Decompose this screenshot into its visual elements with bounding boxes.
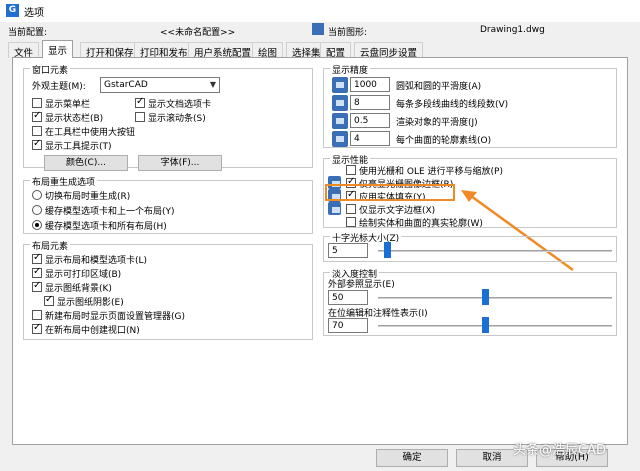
text-frame-icon	[328, 202, 341, 215]
large-buttons-checkbox[interactable]	[32, 126, 42, 136]
group-title: 布局元素	[30, 239, 71, 252]
text-frame-label: 仅显示文字边框(X)	[359, 206, 436, 216]
show-menubar-label: 显示菜单栏	[45, 100, 91, 110]
window-elements-group: 窗口元素 外观主题(M): GstarCAD ▼ 显示菜单栏 显示文档选项卡 显…	[23, 63, 313, 171]
display-tab-panel: 窗口元素 外观主题(M): GstarCAD ▼ 显示菜单栏 显示文档选项卡 显…	[12, 57, 628, 445]
show-tooltips-label: 显示工具提示(T)	[45, 142, 112, 152]
polyline-segments-label: 每条多段线曲线的线段数(V)	[396, 100, 509, 110]
crosshair-slider-thumb[interactable]	[384, 242, 391, 258]
show-layout-tabs-label: 显示布局和模型选项卡(L)	[45, 256, 148, 266]
tab-cloud-sync[interactable]: 云盘同步设置	[354, 42, 424, 59]
fade-control-group: 淡入度控制 外部参照显示(E) 50 在位编辑和注释性表示(I) 70	[323, 267, 617, 336]
regen-on-switch-radio[interactable]	[32, 190, 42, 200]
tab-profiles[interactable]: 配置	[320, 42, 352, 59]
raster-ole-checkbox[interactable]	[346, 165, 356, 175]
render-smoothness-input[interactable]: 0.5	[350, 113, 390, 128]
cache-last-layout-label: 缓存模型选项卡和上一个布局(Y)	[45, 207, 175, 217]
cache-last-layout-radio[interactable]	[32, 205, 42, 215]
render-smoothness-icon	[332, 113, 348, 129]
chevron-down-icon: ▼	[209, 80, 216, 89]
show-paper-background-label: 显示图纸背景(K)	[45, 284, 112, 294]
cache-all-layouts-label: 缓存模型选项卡和所有布局(H)	[45, 222, 167, 232]
arc-smoothness-input[interactable]: 1000	[350, 77, 390, 92]
theme-value: GstarCAD	[104, 80, 148, 90]
raster-ole-label: 使用光栅和 OLE 进行平移与缩放(P)	[359, 167, 503, 177]
xref-fade-label: 外部参照显示(E)	[328, 280, 395, 290]
true-silhouettes-checkbox[interactable]	[346, 217, 356, 227]
watermark: 头条@浩辰CAD	[513, 443, 606, 458]
title-bar: G 选项	[0, 0, 640, 22]
ok-button[interactable]: 确定	[376, 449, 448, 467]
show-paper-shadow-checkbox[interactable]	[44, 294, 54, 306]
show-doc-tabs-label: 显示文档选项卡	[148, 100, 212, 110]
theme-label: 外观主题(M):	[32, 82, 86, 92]
show-paper-shadow-label: 显示图纸阴影(E)	[57, 298, 124, 308]
theme-select[interactable]: GstarCAD ▼	[100, 77, 220, 93]
highlight-box	[325, 184, 455, 201]
regen-on-switch-label: 切换布局时重生成(R)	[45, 192, 131, 202]
render-smoothness-label: 渲染对象的平滑度(J)	[396, 118, 478, 128]
tab-files[interactable]: 文件	[8, 42, 40, 59]
tab-user-preferences[interactable]: 用户系统配置	[188, 42, 258, 59]
show-doc-tabs-checkbox[interactable]	[135, 96, 145, 108]
create-viewport-checkbox[interactable]	[32, 322, 42, 334]
inplace-fade-slider-thumb[interactable]	[482, 317, 489, 333]
polyline-segments-icon	[332, 95, 348, 111]
colors-button[interactable]: 颜色(C)...	[44, 155, 128, 171]
current-profile-value: <<未命名配置>>	[160, 28, 236, 38]
show-paper-background-checkbox[interactable]	[32, 280, 42, 292]
layout-elements-group: 布局元素 显示布局和模型选项卡(L) 显示可打印区域(B) 显示图纸背景(K) …	[23, 239, 313, 340]
tab-plot-publish[interactable]: 打印和发布	[134, 42, 194, 59]
current-drawing-label: 当前图形:	[328, 28, 368, 38]
contour-lines-input[interactable]: 4	[350, 131, 390, 146]
tab-strip: 文件 显示 打开和保存 打印和发布 用户系统配置 绘图 选择集 配置 云盘同步设…	[8, 40, 632, 59]
current-drawing-value: Drawing1.dwg	[480, 25, 545, 35]
show-statusbar-checkbox[interactable]	[32, 110, 42, 122]
app-icon: G	[6, 4, 19, 17]
show-scrollbars-label: 显示滚动条(S)	[148, 114, 206, 124]
show-page-setup-checkbox[interactable]	[32, 310, 42, 320]
show-layout-tabs-checkbox[interactable]	[32, 252, 42, 264]
show-printable-area-checkbox[interactable]	[32, 266, 42, 278]
cache-all-layouts-radio[interactable]	[32, 220, 42, 230]
tab-drafting[interactable]: 绘图	[252, 42, 284, 59]
display-resolution-group: 显示精度 1000 圆弧和圆的平滑度(A) 8 每条多段线曲线的线段数(V) 0…	[323, 63, 617, 148]
tab-open-save[interactable]: 打开和保存	[80, 42, 140, 59]
show-page-setup-label: 新建布局时显示页面设置管理器(G)	[45, 312, 185, 322]
show-scrollbars-checkbox[interactable]	[135, 112, 145, 122]
group-title: 布局重生成选项	[30, 175, 98, 188]
current-profile-label: 当前配置:	[8, 28, 48, 38]
contour-lines-label: 每个曲面的轮廓素线(O)	[396, 136, 492, 146]
profile-info-bar: 当前配置: <<未命名配置>> 当前图形: Drawing1.dwg	[0, 22, 640, 40]
pointer-arrow-icon	[461, 190, 574, 272]
tab-display[interactable]: 显示	[42, 40, 74, 58]
xref-fade-slider-thumb[interactable]	[482, 289, 489, 305]
show-statusbar-label: 显示状态栏(B)	[45, 114, 104, 124]
layout-regen-group: 布局重生成选项 切换布局时重生成(R) 缓存模型选项卡和上一个布局(Y) 缓存模…	[23, 175, 313, 234]
arc-smoothness-label: 圆弧和圆的平滑度(A)	[396, 82, 482, 92]
inplace-fade-input[interactable]: 70	[328, 318, 368, 333]
show-printable-area-label: 显示可打印区域(B)	[45, 270, 122, 280]
fonts-button[interactable]: 字体(F)...	[138, 155, 222, 171]
group-title: 窗口元素	[30, 63, 71, 76]
xref-fade-slider-track[interactable]	[378, 297, 612, 299]
xref-fade-input[interactable]: 50	[328, 290, 368, 305]
crosshair-slider-track[interactable]	[378, 250, 612, 252]
show-tooltips-checkbox[interactable]	[32, 138, 42, 150]
group-title: 显示精度	[330, 63, 371, 76]
window-title: 选项	[24, 8, 44, 19]
drawing-icon	[312, 23, 324, 35]
crosshair-group: 十字光标大小(Z) 5	[323, 231, 617, 262]
show-menubar-checkbox[interactable]	[32, 98, 42, 108]
text-frame-checkbox[interactable]	[346, 204, 356, 214]
arc-smoothness-icon	[332, 77, 348, 93]
contour-lines-icon	[332, 131, 348, 147]
crosshair-size-input[interactable]: 5	[328, 243, 368, 258]
inplace-fade-slider-track[interactable]	[378, 325, 612, 327]
polyline-segments-input[interactable]: 8	[350, 95, 390, 110]
large-buttons-label: 在工具栏中使用大按钮	[45, 128, 136, 138]
create-viewport-label: 在新布局中创建视口(N)	[45, 326, 140, 336]
